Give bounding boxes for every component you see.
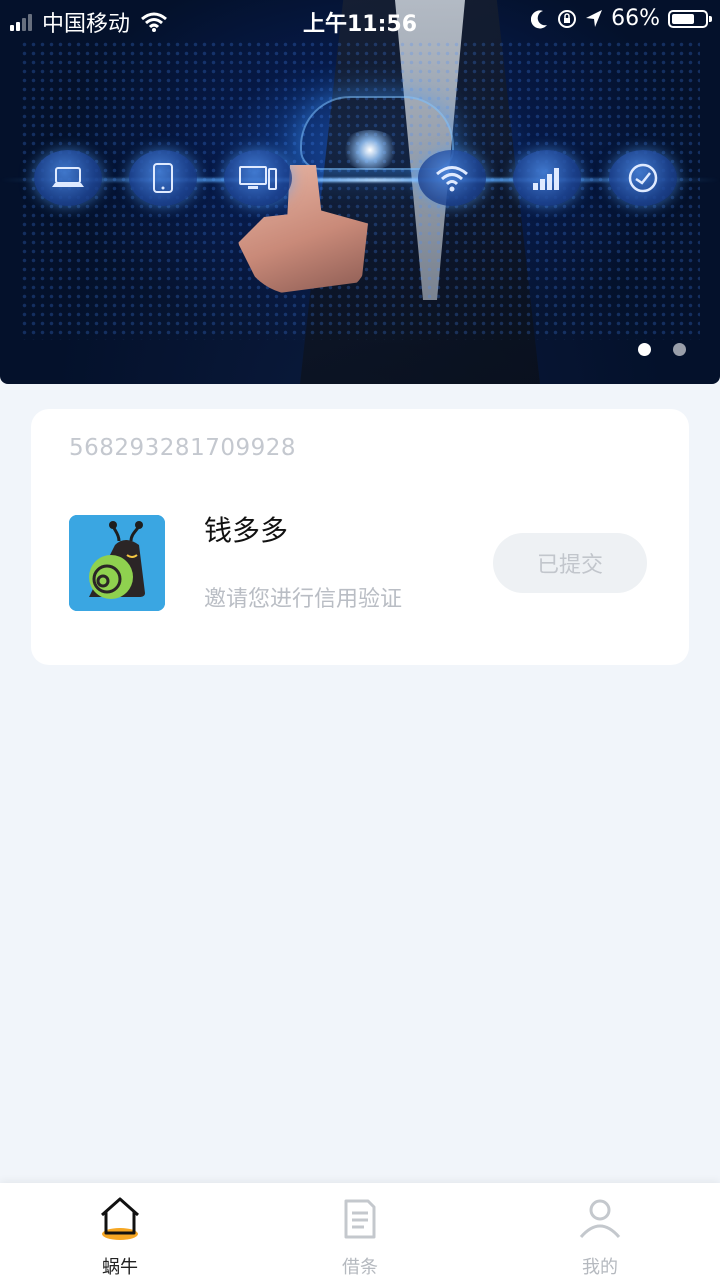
submitted-button[interactable]: 已提交 <box>493 533 647 593</box>
tab-home-label: 蜗牛 <box>102 1257 138 1278</box>
tablet-icon <box>129 150 197 206</box>
document-icon <box>344 1199 376 1239</box>
user-icon <box>579 1199 621 1239</box>
tab-profile-label: 我的 <box>582 1257 618 1278</box>
rotation-lock-icon <box>558 9 577 28</box>
invite-description: 邀请您进行信用验证 <box>204 587 403 612</box>
signal-bars-icon <box>513 150 581 206</box>
app-name: 钱多多 <box>204 514 289 547</box>
battery-icon <box>668 9 712 28</box>
clock-icon <box>609 150 677 206</box>
pager-dot-1[interactable] <box>638 343 651 356</box>
banner-world-map <box>20 40 700 340</box>
location-arrow-icon <box>586 9 603 27</box>
order-number: 568293281709928 <box>69 435 296 461</box>
credit-invite-card[interactable]: 568293281709928 钱多多 邀请您进行信用验证 已提交 <box>31 409 689 665</box>
status-right: 66% <box>531 6 712 31</box>
app-screen: 中国移动 上午11:56 66% 568293281709928 钱多多 邀请您… <box>0 0 720 1280</box>
home-icon <box>101 1197 139 1240</box>
tab-profile[interactable]: 我的 <box>540 1195 660 1279</box>
laptop-icon <box>34 150 102 206</box>
banner-light-flare <box>340 130 400 170</box>
status-bar: 中国移动 上午11:56 66% <box>0 0 720 40</box>
carousel-pager[interactable] <box>638 343 686 356</box>
snail-app-icon <box>69 515 165 611</box>
battery-percent: 66% <box>611 6 660 31</box>
tab-loans-label: 借条 <box>342 1257 378 1278</box>
bottom-tab-bar: 蜗牛 借条 我的 <box>0 1183 720 1280</box>
tab-home[interactable]: 蜗牛 <box>60 1195 180 1279</box>
desktop-icon <box>224 150 292 206</box>
banner-carousel[interactable] <box>0 0 720 384</box>
moon-icon <box>531 9 548 28</box>
wifi-icon <box>418 150 486 206</box>
pager-dot-2[interactable] <box>673 343 686 356</box>
tab-loans[interactable]: 借条 <box>300 1195 420 1279</box>
